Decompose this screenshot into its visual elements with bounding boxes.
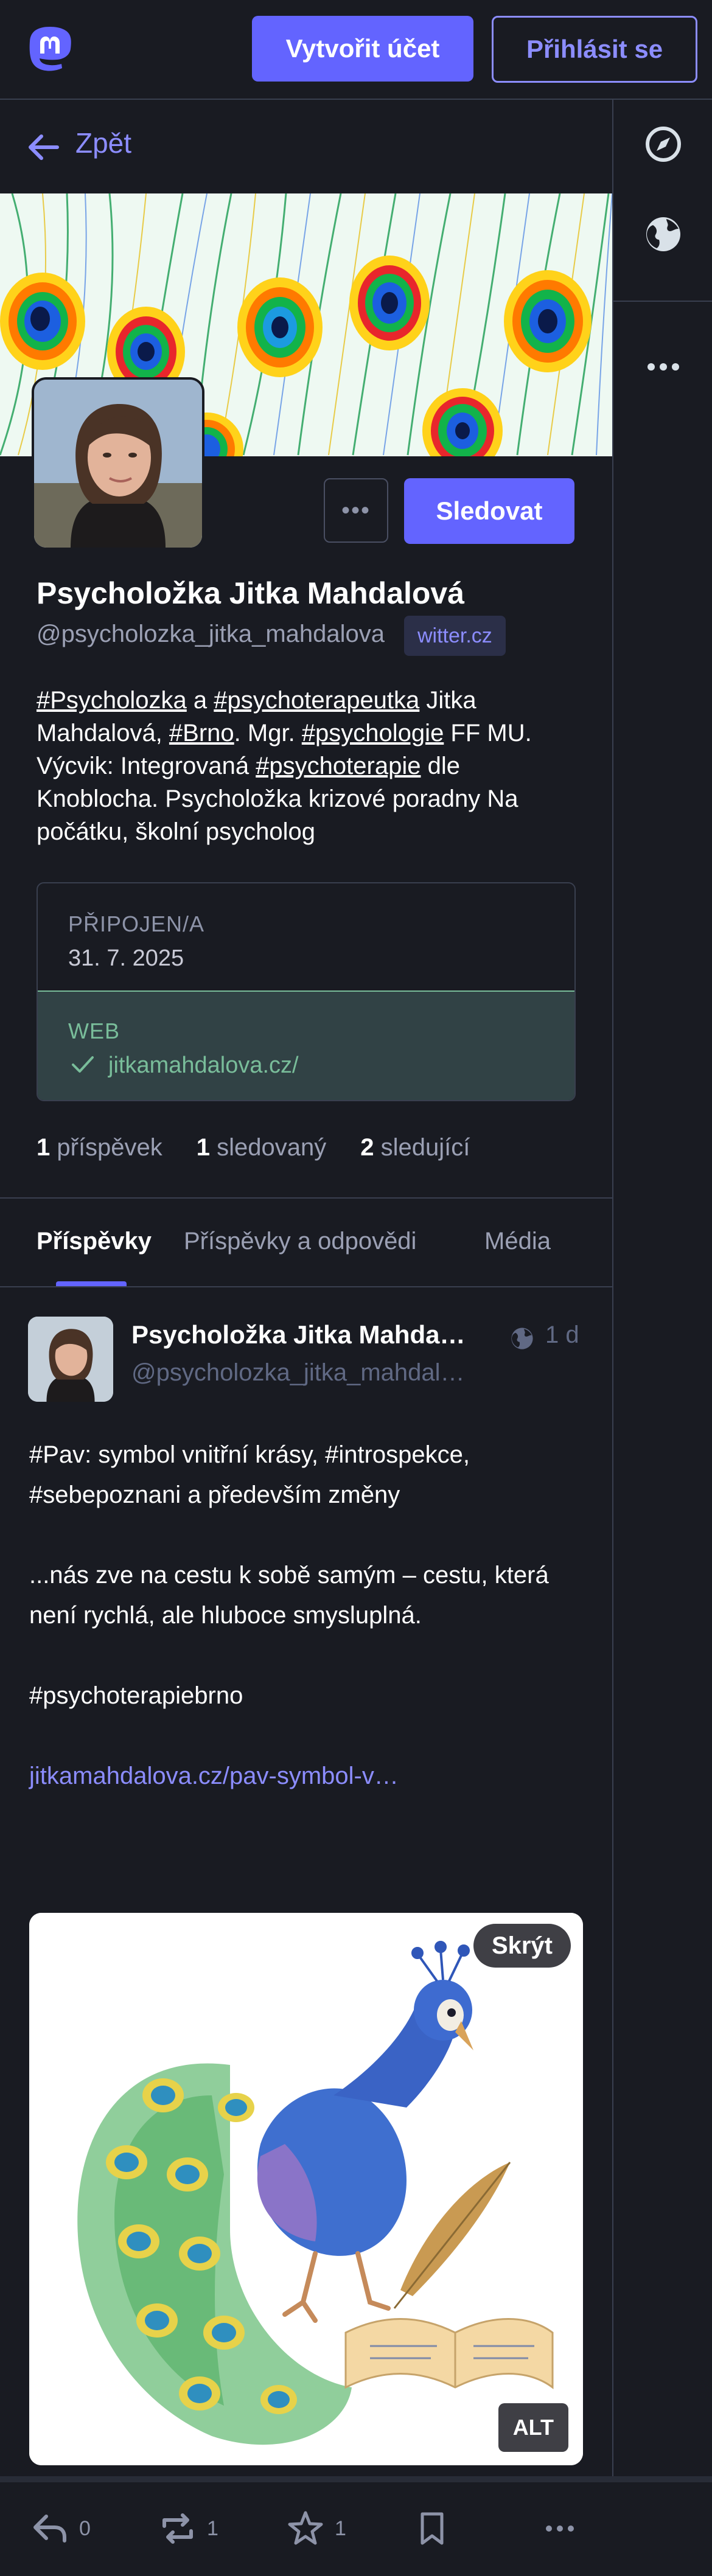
compass-icon[interactable] xyxy=(642,123,685,165)
back-label: Zpět xyxy=(75,127,132,159)
favourite-button[interactable]: 1 xyxy=(286,2509,346,2548)
post-paragraph: #psychoterapiebrno xyxy=(29,1682,243,1709)
profile-bio: #Psycholozka a #psychoterapeutka Jitka M… xyxy=(37,687,532,845)
post-author-avatar[interactable] xyxy=(28,1317,113,1402)
profile-more-button[interactable]: ••• xyxy=(324,478,388,543)
star-icon xyxy=(288,2511,323,2545)
ellipsis-icon xyxy=(546,2526,574,2532)
profile-stats: 1 příspěvek 1 sledovaný 2 sledující xyxy=(37,1134,470,1161)
post-author-handle[interactable]: @psycholozka_jitka_mahdalova@witter.cz xyxy=(131,1359,472,1387)
post-paragraph: #Pav: symbol vnitřní krásy, #introspekce… xyxy=(29,1441,470,1508)
top-bar: Vytvořit účet Přihlásit se xyxy=(0,0,712,100)
post-timestamp[interactable]: 1 d xyxy=(545,1321,579,1349)
stat-following[interactable]: 1 sledovaný xyxy=(197,1134,327,1161)
stat-followers[interactable]: 2 sledující xyxy=(360,1134,470,1161)
tab-posts[interactable]: Příspěvky xyxy=(37,1228,152,1255)
hashtag-link[interactable]: #psychoterapeutka xyxy=(214,687,419,714)
field-joined-label: PŘIPOJEN/A xyxy=(68,911,205,936)
hashtag-link[interactable]: #Brno xyxy=(169,720,234,747)
profile-domain-badge[interactable]: witter.cz xyxy=(404,616,506,656)
post-content: #Pav: symbol vnitřní krásy, #introspekce… xyxy=(29,1435,589,1836)
boost-count: 1 xyxy=(207,2516,218,2540)
post-paragraph: ...nás zve na cestu k sobě samým – cestu… xyxy=(29,1562,549,1629)
globe-icon xyxy=(511,1328,533,1349)
bookmark-button[interactable] xyxy=(413,2509,461,2548)
signup-button[interactable]: Vytvořit účet xyxy=(252,16,473,82)
profile-fields: PŘIPOJEN/A 31. 7. 2025 WEB jitkamahdalov… xyxy=(37,882,576,1101)
field-web-link[interactable]: jitkamahdalova.cz/ xyxy=(108,1053,299,1079)
reply-button[interactable]: 0 xyxy=(30,2509,91,2548)
post-more-button[interactable] xyxy=(540,2509,589,2548)
field-joined: PŘIPOJEN/A 31. 7. 2025 xyxy=(38,883,574,990)
ellipsis-icon[interactable] xyxy=(642,346,685,388)
login-button[interactable]: Přihlásit se xyxy=(492,16,697,83)
follow-button[interactable]: Sledovat xyxy=(404,478,574,544)
sidebar-divider xyxy=(613,301,712,302)
post-link[interactable]: jitkamahdalova.cz/pav-symbol-v… xyxy=(29,1763,399,1789)
back-link[interactable]: Zpět xyxy=(0,100,612,192)
stat-posts[interactable]: 1 příspěvek xyxy=(37,1134,162,1161)
field-joined-value: 31. 7. 2025 xyxy=(68,945,184,971)
hashtag-link[interactable]: #Psycholozka xyxy=(37,687,187,714)
reply-icon xyxy=(33,2515,66,2543)
profile-tabs: Příspěvky Příspěvky a odpovědi Média xyxy=(0,1197,612,1287)
post-action-bar: 0 1 1 xyxy=(0,2509,612,2576)
profile-display-name: Psycholožka Jitka Mahdalová xyxy=(37,576,465,610)
tab-posts-and-replies[interactable]: Příspěvky a odpovědi xyxy=(184,1228,416,1255)
media-alt-badge[interactable]: ALT xyxy=(498,2403,568,2452)
check-icon xyxy=(72,1056,94,1073)
reply-count: 0 xyxy=(79,2516,91,2540)
bottom-divider xyxy=(0,2476,712,2482)
hashtag-link[interactable]: #psychoterapie xyxy=(256,753,421,779)
hashtag-link[interactable]: #psychologie xyxy=(302,720,444,747)
post-author-name[interactable]: Psycholožka Jitka Mahdalová xyxy=(131,1320,472,1349)
media-hide-button[interactable]: Skrýt xyxy=(473,1924,571,1968)
bookmark-icon xyxy=(421,2512,444,2545)
boost-button[interactable]: 1 xyxy=(158,2509,218,2548)
mastodon-logo[interactable] xyxy=(27,26,73,73)
field-web: WEB jitkamahdalova.cz/ xyxy=(38,990,574,1100)
favourite-count: 1 xyxy=(335,2516,346,2540)
field-web-label: WEB xyxy=(68,1018,120,1043)
globe-icon[interactable] xyxy=(642,213,685,256)
right-sidebar xyxy=(612,100,712,2482)
profile-handle: @psycholozka_jitka_mahdalova xyxy=(37,621,385,647)
back-arrow-icon xyxy=(29,134,59,160)
boost-icon xyxy=(162,2513,193,2544)
active-tab-indicator xyxy=(56,1281,127,1286)
tab-media[interactable]: Média xyxy=(484,1228,551,1255)
post-media-image[interactable]: Skrýt ALT xyxy=(29,1913,583,2465)
profile-avatar[interactable] xyxy=(32,377,204,550)
